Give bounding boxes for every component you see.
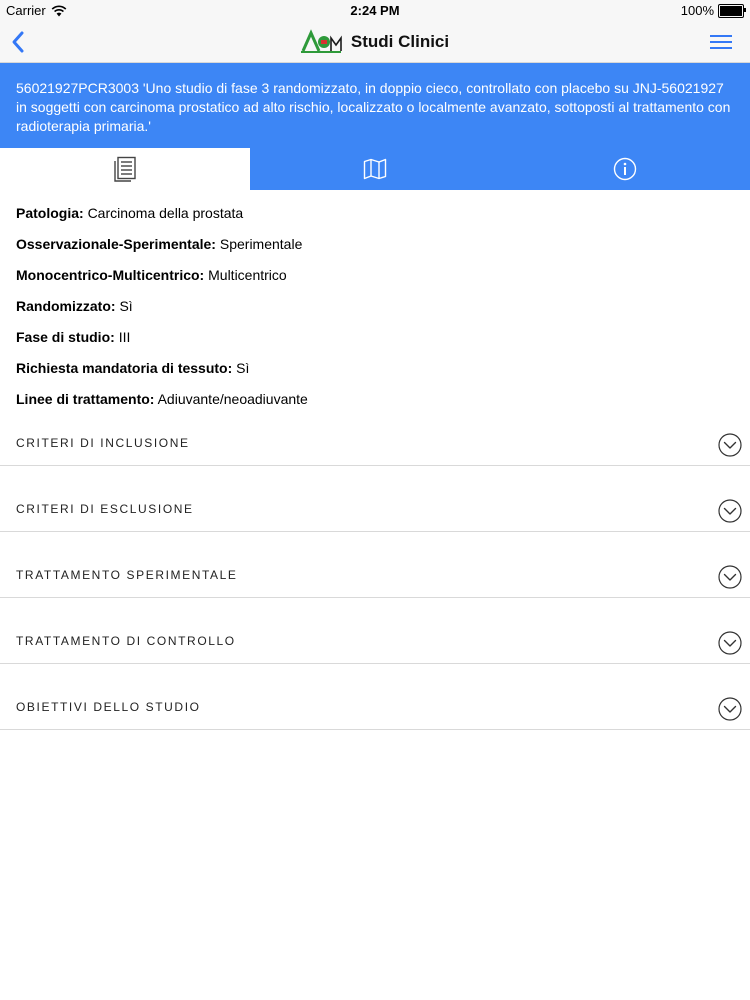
section-label: TRATTAMENTO DI CONTROLLO <box>16 634 236 648</box>
detail-label: Patologia: <box>16 205 84 221</box>
detail-label: Richiesta mandatoria di tessuto: <box>16 360 233 376</box>
chevron-down-circle-icon <box>718 697 742 721</box>
navigation-bar: Studi Clinici <box>0 22 750 63</box>
menu-button[interactable] <box>710 34 732 50</box>
section-label: CRITERI DI INCLUSIONE <box>16 436 190 450</box>
detail-label: Fase di studio: <box>16 329 115 345</box>
detail-row-tessuto: Richiesta mandatoria di tessuto: Sì <box>16 358 734 389</box>
detail-label: Randomizzato: <box>16 298 116 314</box>
document-list-icon <box>114 156 136 182</box>
page-title: Studi Clinici <box>350 32 450 51</box>
section-obiettivi-studio[interactable]: OBIETTIVI DELLO STUDIO <box>0 664 750 730</box>
status-right: 100% <box>680 3 746 18</box>
map-icon <box>363 158 387 180</box>
hamburger-menu-icon <box>710 35 732 49</box>
battery-icon <box>718 3 746 18</box>
detail-row-randomizzato: Randomizzato: Sì <box>16 296 734 327</box>
battery-tip <box>744 7 746 12</box>
section-trattamento-controllo[interactable]: TRATTAMENTO DI CONTROLLO <box>0 598 750 664</box>
detail-value: III <box>118 329 131 345</box>
detail-row-monocentrico: Monocentrico-Multicentrico: Multicentric… <box>16 265 734 296</box>
chevron-down-circle-icon <box>718 631 742 655</box>
tab-info[interactable] <box>500 148 750 190</box>
battery-fill <box>720 5 742 16</box>
tab-map[interactable] <box>250 148 500 190</box>
section-criteri-esclusione[interactable]: CRITERI DI ESCLUSIONE <box>0 466 750 532</box>
study-title: 56021927PCR3003 'Uno studio di fase 3 ra… <box>16 80 731 134</box>
section-label: TRATTAMENTO SPERIMENTALE <box>16 568 238 582</box>
battery-percent: 100% <box>680 3 714 18</box>
detail-value: Carcinoma della prostata <box>87 205 244 221</box>
sections-accordion: CRITERI DI INCLUSIONE CRITERI DI ESCLUSI… <box>0 418 750 730</box>
tab-details[interactable] <box>0 148 250 190</box>
study-details: Patologia: Carcinoma della prostata Osse… <box>16 203 734 420</box>
detail-value: Multicentrico <box>208 267 287 283</box>
study-title-banner: 56021927PCR3003 'Uno studio di fase 3 ra… <box>0 63 750 148</box>
nav-title-group: Studi Clinici <box>0 28 750 56</box>
section-criteri-inclusione[interactable]: CRITERI DI INCLUSIONE <box>0 418 750 466</box>
status-time: 2:24 PM <box>350 3 400 18</box>
detail-value: Adiuvante/neoadiuvante <box>157 391 308 407</box>
detail-row-fase: Fase di studio: III <box>16 327 734 358</box>
detail-label: Linee di trattamento: <box>16 391 155 407</box>
detail-label: Osservazionale-Sperimentale: <box>16 236 216 252</box>
detail-value: Sperimentale <box>219 236 303 252</box>
chevron-down-circle-icon <box>718 499 742 523</box>
section-trattamento-sperimentale[interactable]: TRATTAMENTO SPERIMENTALE <box>0 532 750 598</box>
detail-row-patologia: Patologia: Carcinoma della prostata <box>16 203 734 234</box>
info-icon <box>613 157 637 181</box>
section-label: CRITERI DI ESCLUSIONE <box>16 502 194 516</box>
detail-label: Monocentrico-Multicentrico: <box>16 267 205 283</box>
status-bar: Carrier 2:24 PM 100% <box>0 0 750 22</box>
chevron-down-circle-icon <box>718 565 742 589</box>
detail-value: Sì <box>236 360 250 376</box>
tab-bar <box>0 148 750 190</box>
detail-value: Sì <box>119 298 133 314</box>
chevron-down-circle-icon <box>718 433 742 457</box>
aiom-logo <box>300 29 345 55</box>
detail-row-linee: Linee di trattamento: Adiuvante/neoadiuv… <box>16 389 734 420</box>
section-label: OBIETTIVI DELLO STUDIO <box>16 700 201 714</box>
detail-row-osservazionale: Osservazionale-Sperimentale: Sperimental… <box>16 234 734 265</box>
logo-mark-icon <box>300 29 342 53</box>
